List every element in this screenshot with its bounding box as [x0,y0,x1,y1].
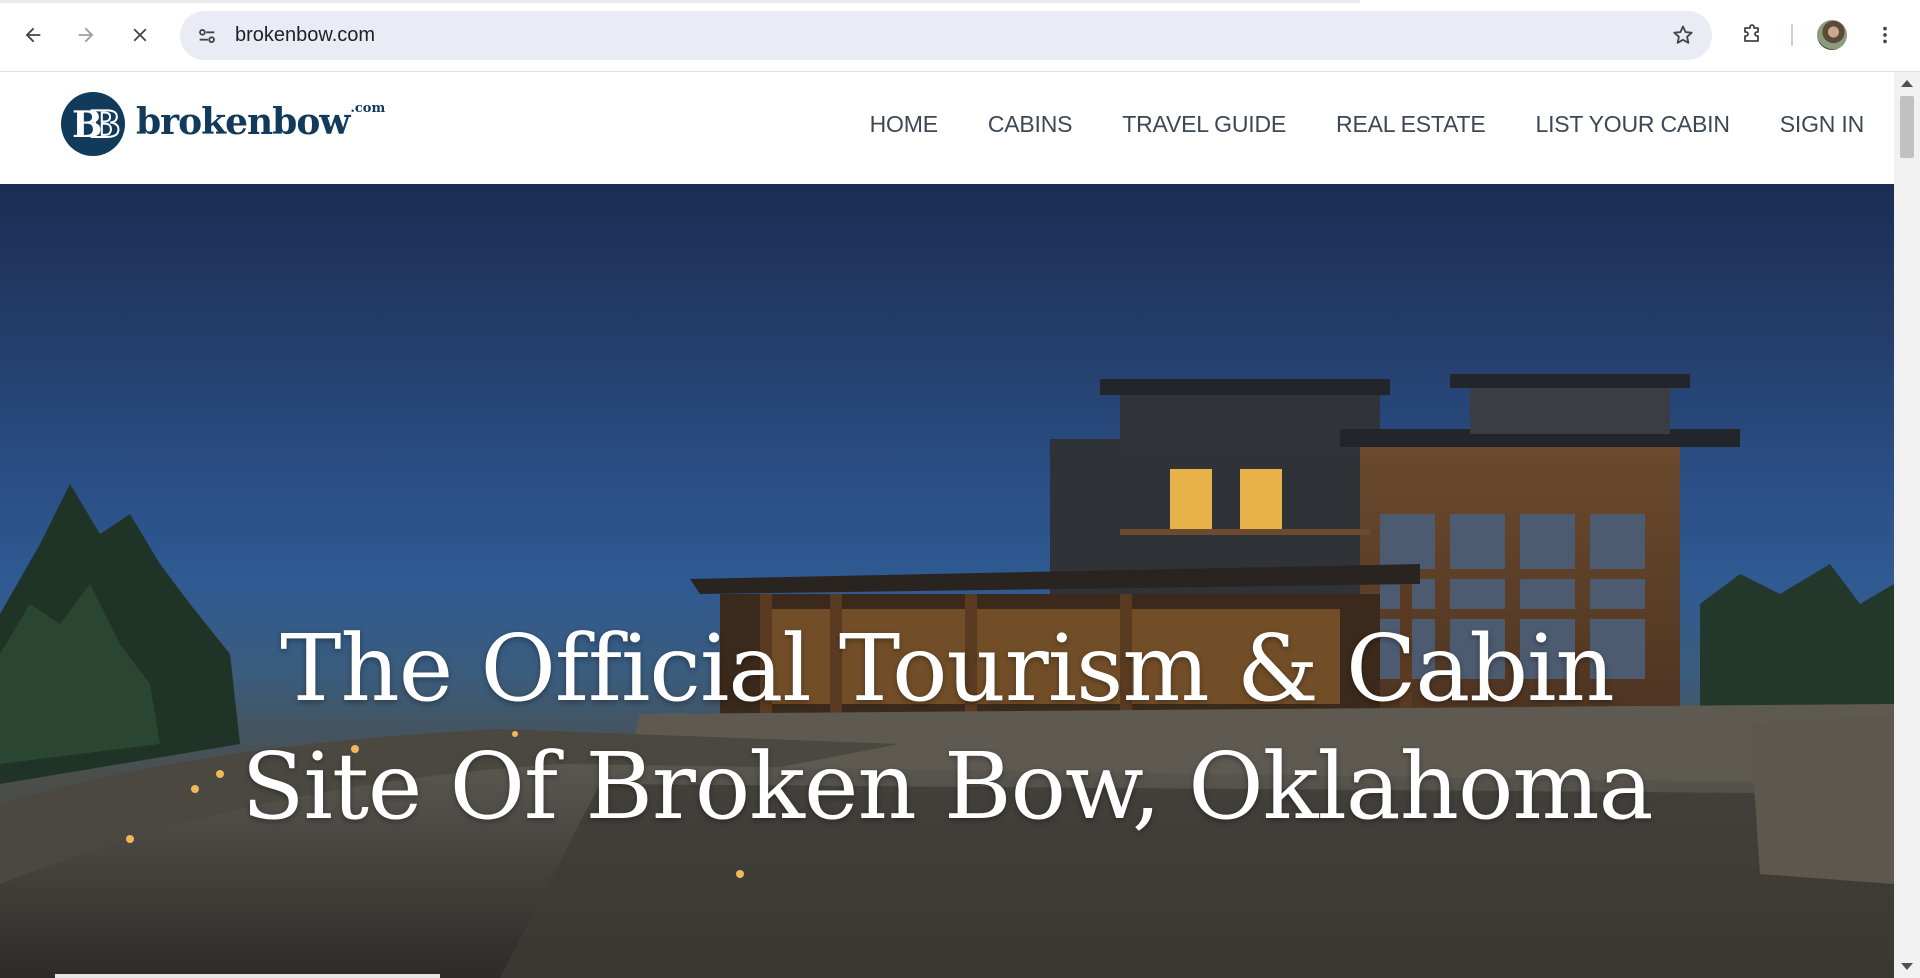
address-bar[interactable]: brokenbow.com [180,11,1712,60]
arrow-right-icon [78,27,94,43]
tune-icon [199,29,215,43]
hero-title-line-1: The Official Tourism & Cabin [280,615,1615,722]
arrow-left-icon [25,27,41,43]
browser-menu-button[interactable] [1870,17,1900,53]
url-text[interactable]: brokenbow.com [235,11,375,60]
puzzle-icon [1744,24,1759,42]
main-navigation: HOME CABINS TRAVEL GUIDE REAL ESTATE LIS… [820,72,1865,176]
scroll-up-arrow-icon[interactable] [1901,80,1913,87]
hero-banner: The Official Tourism & Cabin Site Of Bro… [0,184,1894,978]
avatar[interactable] [1817,20,1847,50]
svg-text:B: B [90,104,120,146]
forward-button[interactable] [68,17,104,53]
hero-title-line-2: Site Of Broken Bow, Oklahoma [241,733,1654,840]
hero-cabin-image [0,374,1894,978]
hero-title: The Official Tourism & Cabin Site Of Bro… [0,610,1894,846]
extensions-button[interactable] [1734,17,1770,53]
logo-wordmark: brokenbow [136,101,350,143]
scrollbar-thumb[interactable] [1900,96,1914,158]
more-vert-icon [1883,26,1887,44]
toolbar-divider [1791,24,1793,46]
vertical-scrollbar[interactable] [1894,72,1920,978]
bookmark-button[interactable] [1670,22,1696,48]
loading-progress-bar [0,0,1360,3]
nav-travel-guide[interactable]: TRAVEL GUIDE [1122,111,1286,138]
close-icon [133,28,147,42]
nav-home[interactable]: HOME [870,111,938,138]
nav-cabins[interactable]: CABINS [988,111,1073,138]
site-logo[interactable]: B B brokenbow .com [60,90,385,158]
page-scroll-indicator [55,974,440,978]
star-icon [1673,25,1693,44]
scroll-down-arrow-icon[interactable] [1901,963,1913,970]
stop-loading-button[interactable] [122,17,158,53]
browser-toolbar: brokenbow.com [0,0,1920,72]
nav-list-your-cabin[interactable]: LIST YOUR CABIN [1536,111,1730,138]
nav-sign-in[interactable]: SIGN IN [1780,111,1864,138]
site-header: B B brokenbow .com HOME CABINS TRAVEL GU… [0,72,1894,184]
bb-logo-icon: B B [61,92,125,156]
site-info-button[interactable] [194,23,220,49]
logo-suffix: .com [350,100,386,116]
nav-real-estate[interactable]: REAL ESTATE [1336,111,1486,138]
back-button[interactable] [15,17,51,53]
